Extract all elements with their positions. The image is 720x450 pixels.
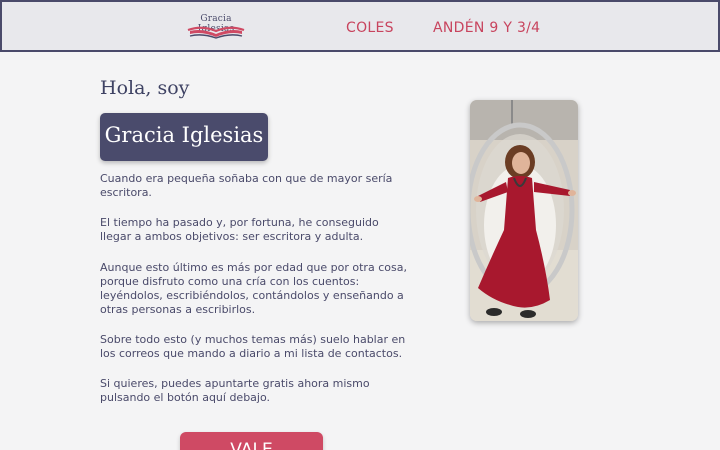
author-photo xyxy=(470,100,578,321)
bio-paragraph: El tiempo ha pasado y, por fortuna, he c… xyxy=(100,216,379,243)
nav-link-anden[interactable]: ANDÉN 9 Y 3/4 xyxy=(433,20,540,36)
greeting-heading: Hola, soy xyxy=(100,77,190,99)
author-photo-image xyxy=(470,100,578,321)
nav-link-coles[interactable]: COLES xyxy=(346,20,394,36)
name-banner: Gracia Iglesias xyxy=(100,113,268,161)
subscribe-button[interactable]: VALE xyxy=(180,432,323,450)
bio-paragraph: Si quieres, puedes apuntarte gratis ahor… xyxy=(100,377,370,404)
author-name: Gracia Iglesias xyxy=(104,123,264,147)
site-header: Gracia Iglesias COLES ANDÉN 9 Y 3/4 xyxy=(0,0,720,52)
site-logo[interactable]: Gracia Iglesias xyxy=(184,14,248,42)
bio-paragraph: Cuando era pequeña soñaba con que de may… xyxy=(100,172,393,199)
bio-paragraph: Sobre todo esto (y muchos temas más) sue… xyxy=(100,333,406,360)
open-book-icon xyxy=(187,26,245,39)
subscribe-button-label: VALE xyxy=(230,440,273,450)
bio-paragraph: Aunque esto último es más por edad que p… xyxy=(100,261,407,316)
page: Gracia Iglesias COLES ANDÉN 9 Y 3/4 Hola… xyxy=(0,0,720,450)
